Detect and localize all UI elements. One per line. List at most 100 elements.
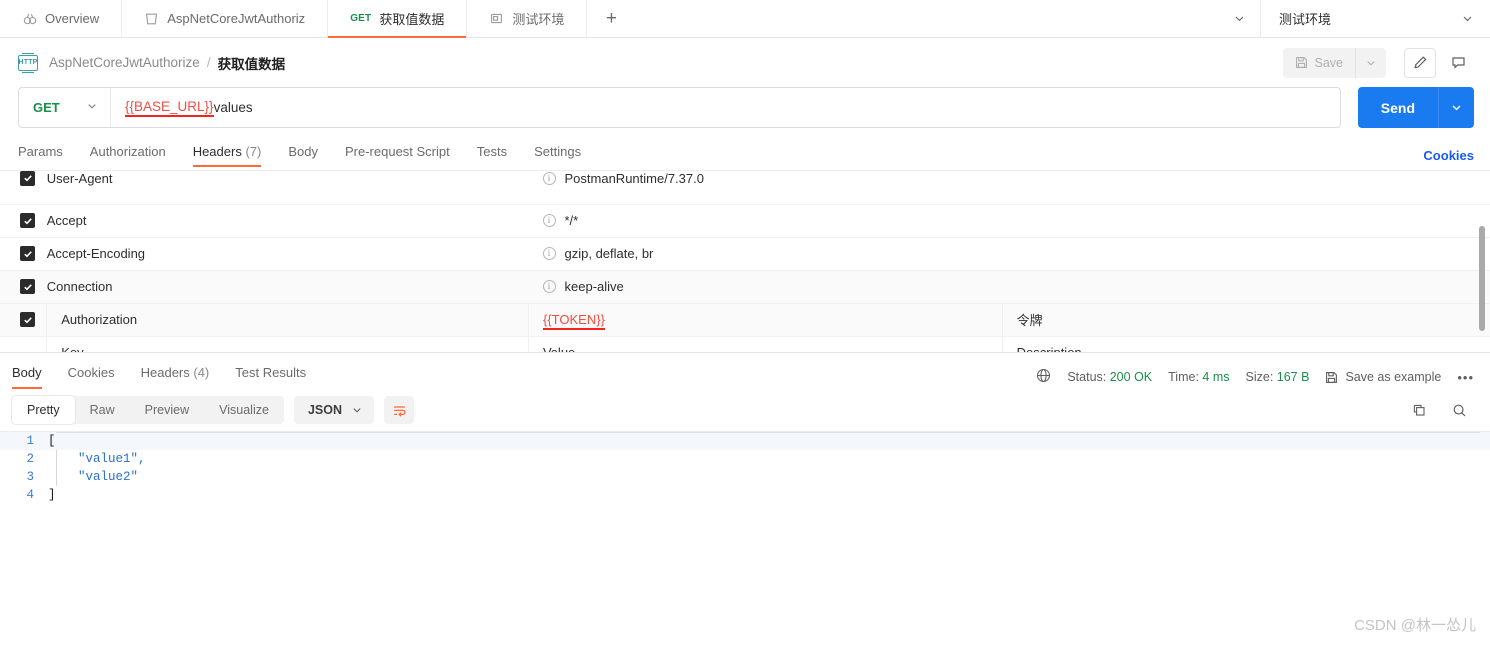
save-options-button[interactable] <box>1356 48 1386 78</box>
tab-overview[interactable]: Overview <box>0 0 123 37</box>
check-icon <box>23 175 32 182</box>
header-key[interactable]: Connection <box>46 270 529 304</box>
save-button[interactable]: Save <box>1283 47 1356 78</box>
header-enabled-cell <box>0 270 47 304</box>
line-string: "value2" <box>78 470 139 484</box>
headers-scrollbar-thumb[interactable] <box>1479 226 1485 331</box>
send-button-group: Send <box>1357 87 1474 128</box>
url-input[interactable]: {{BASE_URL}} values <box>111 88 1340 127</box>
header-value-input[interactable]: Value <box>528 335 1003 352</box>
header-key[interactable]: Accept <box>46 204 529 238</box>
header-value-cell[interactable]: i gzip, deflate, br <box>528 237 1003 271</box>
environment-selector[interactable]: 测试环境 <box>1260 0 1490 37</box>
response-status-bar: Status: 200 OK Time: 4 ms Size: 167 B Sa… <box>1036 368 1474 386</box>
table-row[interactable]: Accept i */* <box>0 204 1490 238</box>
response-tab-count: (4) <box>193 365 210 380</box>
response-tab-cookies[interactable]: Cookies <box>68 365 115 389</box>
table-row-empty[interactable]: Key Value Description <box>0 335 1490 352</box>
format-tab-visualize[interactable]: Visualize <box>204 396 284 424</box>
http-protocol-icon: HTTP <box>18 52 38 73</box>
header-key[interactable]: User-Agent <box>46 171 529 196</box>
line-text: [ <box>48 434 56 448</box>
header-description[interactable]: 令牌 <box>1001 302 1490 337</box>
check-icon <box>23 316 32 323</box>
method-selector[interactable]: GET <box>19 88 111 127</box>
response-tab-bar: Body Cookies Headers (4) Test Results St… <box>0 353 1490 389</box>
copy-button[interactable] <box>1404 396 1434 424</box>
header-description-input[interactable]: Description <box>1001 335 1490 352</box>
table-row[interactable]: Accept-Encoding i gzip, deflate, br <box>0 237 1490 271</box>
table-row[interactable]: User-Agent i PostmanRuntime/7.37.0 <box>0 171 1490 205</box>
header-checkbox[interactable] <box>20 246 35 261</box>
request-tab-settings[interactable]: Settings <box>534 144 581 167</box>
code-fold-rail <box>56 450 57 486</box>
header-key[interactable]: Authorization <box>46 302 529 337</box>
header-checkbox[interactable] <box>20 279 35 294</box>
header-description[interactable] <box>1002 270 1490 304</box>
header-value-cell[interactable]: {{TOKEN}} <box>528 302 1003 337</box>
format-tab-raw[interactable]: Raw <box>75 396 130 424</box>
response-tab-test-results[interactable]: Test Results <box>235 365 306 389</box>
request-tab-tests[interactable]: Tests <box>477 144 507 167</box>
breadcrumb-current: 获取值数据 <box>217 56 286 72</box>
request-tab-headers[interactable]: Headers (7) <box>192 143 261 167</box>
new-tab-button[interactable]: + <box>587 0 635 37</box>
tab-request-get[interactable]: GET 获取值数据 <box>328 0 468 38</box>
cookies-link[interactable]: Cookies <box>1423 148 1474 163</box>
header-description[interactable] <box>1002 171 1490 196</box>
breadcrumb-row: HTTP AspNetCoreJwtAuthorize / 获取值数据 Save <box>0 38 1490 87</box>
header-checkbox[interactable] <box>20 213 35 228</box>
response-language-selector[interactable]: JSON <box>293 396 374 424</box>
response-format-segmented: Pretty Raw Preview Visualize <box>12 396 284 424</box>
header-value: keep-alive <box>564 279 624 294</box>
breadcrumb-parent[interactable]: AspNetCoreJwtAuthorize <box>49 55 200 70</box>
request-tab-authorization[interactable]: Authorization <box>90 144 166 167</box>
header-enabled-cell <box>0 335 47 352</box>
header-enabled-cell <box>0 171 47 205</box>
table-row[interactable]: Authorization {{TOKEN}} 令牌 <box>0 302 1490 337</box>
wrap-text-button[interactable] <box>384 396 414 424</box>
send-options-button[interactable] <box>1439 87 1474 128</box>
response-tab-label: Test Results <box>235 365 307 380</box>
code-line: 4 ] <box>0 486 1490 504</box>
tab-environment[interactable]: 测试环境 <box>467 0 588 37</box>
url-variable: {{BASE_URL}} <box>125 99 214 117</box>
edit-button[interactable] <box>1404 47 1436 78</box>
request-tab-pre-request-script[interactable]: Pre-request Script <box>345 144 450 167</box>
save-as-example-button[interactable]: Save as example <box>1325 370 1441 384</box>
tab-collection[interactable]: AspNetCoreJwtAuthoriz <box>122 0 329 37</box>
request-tab-label: Pre-request Script <box>344 143 450 159</box>
header-value-cell[interactable]: i PostmanRuntime/7.37.0 <box>528 171 1003 205</box>
request-tab-params[interactable]: Params <box>18 144 63 167</box>
tabs-overflow-button[interactable] <box>1218 12 1260 25</box>
search-button[interactable] <box>1444 396 1474 424</box>
header-value-cell[interactable]: i */* <box>528 204 1003 238</box>
response-more-button[interactable]: ••• <box>1457 370 1474 385</box>
header-key[interactable]: Accept-Encoding <box>46 237 529 271</box>
time-label: Time: <box>1168 370 1199 384</box>
response-tab-body[interactable]: Body <box>12 365 42 389</box>
header-checkbox[interactable] <box>20 312 35 327</box>
save-as-example-label: Save as example <box>1345 370 1442 384</box>
header-enabled-cell <box>0 204 47 238</box>
request-tab-body[interactable]: Body <box>288 144 318 167</box>
header-key-input[interactable]: Key <box>46 335 529 352</box>
globe-icon <box>1036 368 1051 386</box>
chevron-down-icon <box>1463 16 1472 22</box>
format-tab-pretty[interactable]: Pretty <box>12 396 75 424</box>
response-body-viewer[interactable]: 1 [ 2 "value1", 3 "value2" 4 ] <box>0 431 1490 606</box>
table-row[interactable]: Connection i keep-alive <box>0 270 1490 304</box>
send-button[interactable]: Send <box>1358 87 1439 128</box>
header-value-cell[interactable]: i keep-alive <box>528 270 1003 304</box>
request-tab-label: Headers <box>192 143 242 159</box>
header-description[interactable] <box>1002 204 1490 238</box>
tab-request-label: 获取值数据 <box>379 12 445 27</box>
comment-button[interactable] <box>1442 48 1474 78</box>
header-value: gzip, deflate, br <box>564 246 654 261</box>
header-description[interactable] <box>1002 237 1490 271</box>
format-tab-preview[interactable]: Preview <box>130 396 204 424</box>
headers-table-container: User-Agent i PostmanRuntime/7.37.0 Accep… <box>0 170 1490 352</box>
header-checkbox[interactable] <box>20 171 35 186</box>
check-icon <box>23 217 32 224</box>
response-tab-headers[interactable]: Headers (4) <box>141 365 210 389</box>
